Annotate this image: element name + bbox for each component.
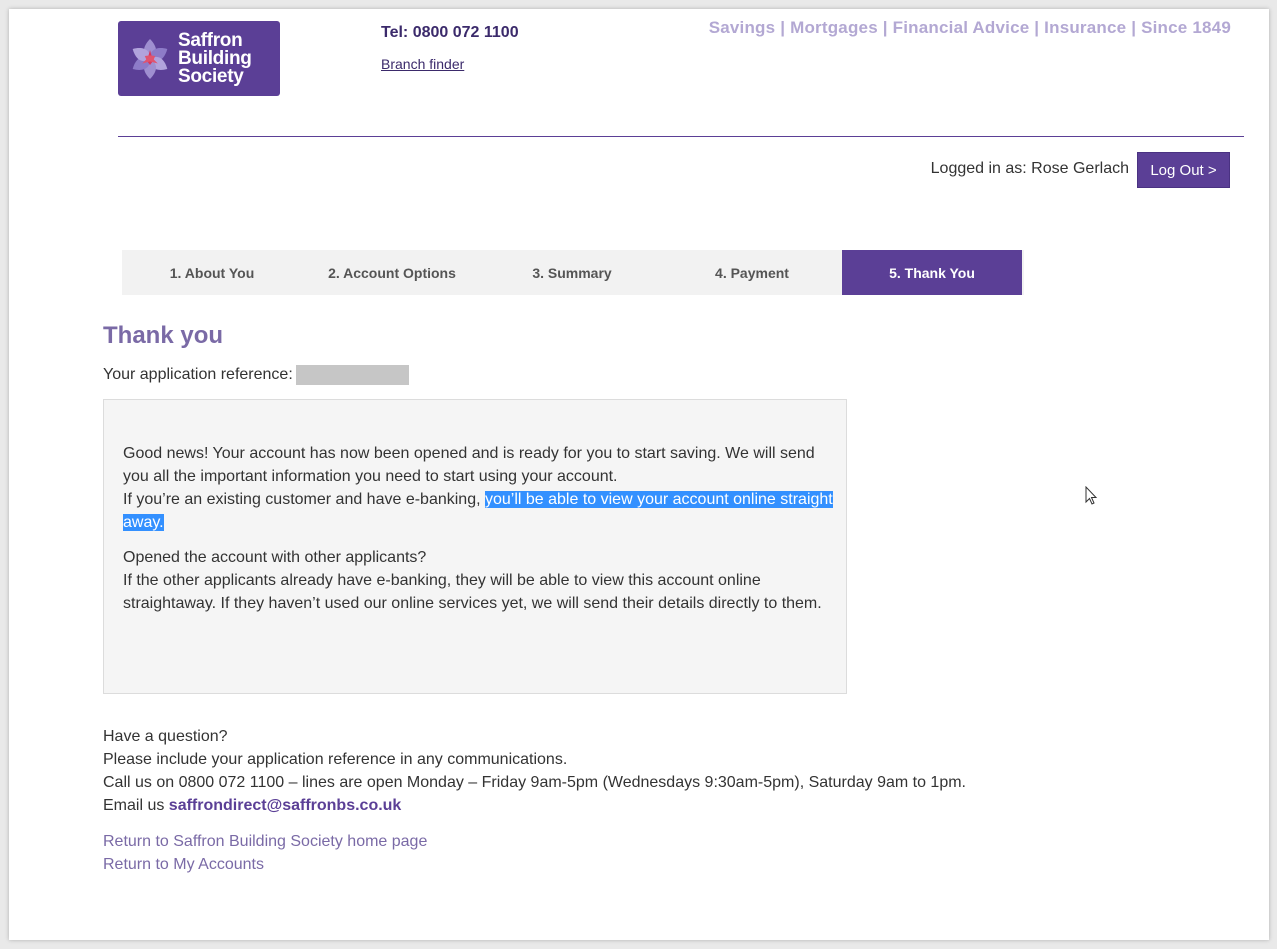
log-out-button[interactable]: Log Out > [1137,152,1230,188]
logged-in-status: Logged in as: Rose Gerlach [930,160,1129,177]
other-applicants-body: If the other applicants already have e-b… [123,572,822,612]
other-applicants-title: Opened the account with other applicants… [123,549,427,566]
header-divider [118,136,1244,137]
account-opened-text: Good news! Your account has now been ope… [123,445,815,485]
other-applicants-message: Opened the account with other applicants… [123,546,833,615]
help-question: Have a question? [103,728,228,745]
step-payment: 4. Payment [715,264,789,281]
help-phone-hours: Call us on 0800 072 1100 – lines are ope… [103,774,966,791]
step-account-options: 2. Account Options [328,264,456,281]
step-thank-you: 5. Thank You [842,250,1022,295]
logo-line: Saffron [178,29,243,51]
application-reference: Your application reference: [103,365,409,385]
email-prefix: Email us [103,797,169,814]
telephone-number: Tel: 0800 072 1100 [381,24,519,41]
help-section: Have a question? Please include your app… [103,725,966,817]
reference-label: Your application reference: [103,366,293,383]
branch-finder-link[interactable]: Branch finder [381,56,464,72]
ebanking-text: If you’re an existing customer and have … [123,491,485,508]
header-tagline: Savings | Mortgages | Financial Advice |… [708,18,1231,37]
help-email-line: Email us saffrondirect@saffronbs.co.uk [103,794,966,817]
mouse-pointer-icon [1085,486,1098,505]
step-about-you: 1. About You [169,264,255,281]
logo-line: Building [178,47,252,69]
confirmation-panel: Good news! Your account has now been ope… [103,399,847,694]
help-reference-note: Please include your application referenc… [103,751,568,768]
page: Saffron Building Society Tel: 0800 072 1… [9,9,1269,940]
email-link[interactable]: saffrondirect@saffronbs.co.uk [169,797,402,814]
logo-line: Society [178,65,244,87]
step-summary: 3. Summary [532,264,612,281]
page-title: Thank you [103,322,224,349]
return-home-link[interactable]: Return to Saffron Building Society home … [103,830,427,853]
saffron-logo[interactable]: Saffron Building Society [118,21,280,96]
return-links: Return to Saffron Building Society home … [103,830,427,876]
account-opened-message: Good news! Your account has now been ope… [123,442,833,534]
saffron-flower-icon [132,38,168,79]
reference-redacted [295,365,409,385]
logo-wordmark: Saffron Building Society [178,29,252,87]
progress-steps: 1. About You 2. Account Options 3. Summa… [122,250,1024,295]
return-my-accounts-link[interactable]: Return to My Accounts [103,853,427,876]
